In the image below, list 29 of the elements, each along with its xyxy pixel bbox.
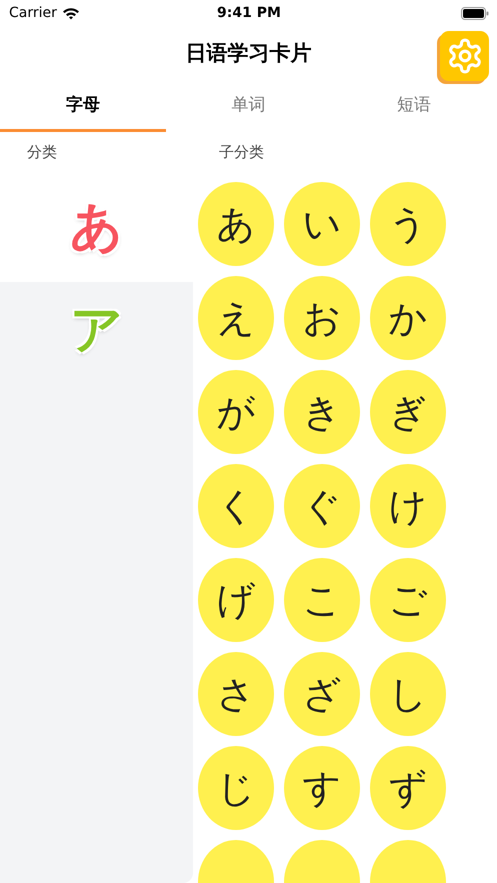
kana-card[interactable]: お xyxy=(284,276,360,360)
kana-card[interactable]: ぎ xyxy=(370,370,446,454)
kana-card[interactable]: じ xyxy=(198,746,274,830)
settings-button[interactable] xyxy=(440,31,489,81)
battery-icon xyxy=(461,6,489,20)
kana-card[interactable]: さ xyxy=(198,652,274,736)
clock-time: 9:41 PM xyxy=(217,5,281,21)
kana-card[interactable]: ず xyxy=(370,746,446,830)
kana-card[interactable]: か xyxy=(370,276,446,360)
kana-card[interactable]: げ xyxy=(198,558,274,642)
kana-card[interactable]: き xyxy=(284,370,360,454)
kana-card[interactable]: が xyxy=(198,370,274,454)
kana-card[interactable]: い xyxy=(284,182,360,266)
kana-card[interactable]: く xyxy=(198,464,274,548)
kana-card[interactable]: ぐ xyxy=(284,464,360,548)
kana-card[interactable]: け xyxy=(370,464,446,548)
app-title: 日语学习卡片 xyxy=(186,40,312,67)
subcategory-heading: 子分类 xyxy=(218,142,264,162)
kana-card[interactable]: う xyxy=(370,182,446,266)
category-heading: 分类 xyxy=(26,142,57,162)
kana-card[interactable]: す xyxy=(284,746,360,830)
kana-card[interactable]: え xyxy=(198,276,274,360)
kana-card[interactable]: し xyxy=(370,652,446,736)
kana-card[interactable]: あ xyxy=(198,182,274,266)
kana-card[interactable]: ざ xyxy=(284,652,360,736)
kana-card[interactable]: ご xyxy=(370,558,446,642)
wifi-icon xyxy=(62,6,80,20)
carrier-label: Carrier xyxy=(9,5,57,21)
kana-card[interactable]: こ xyxy=(284,558,360,642)
